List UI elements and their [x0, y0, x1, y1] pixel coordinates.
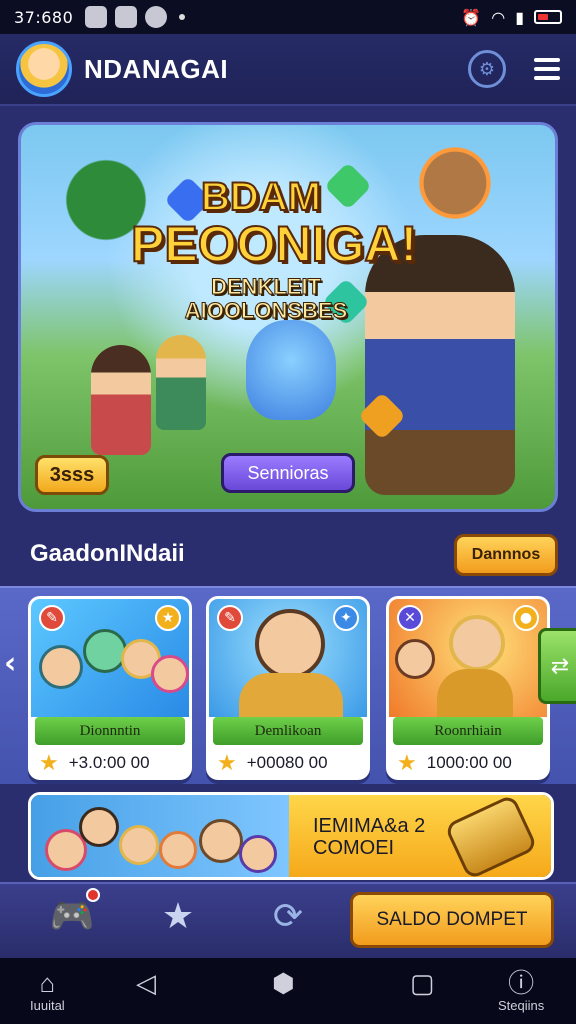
signal-icon: ▮	[515, 7, 524, 27]
saldo-dompet-button[interactable]: SALDO DOMPET	[350, 892, 554, 948]
alert-icon: ⓘ	[508, 968, 535, 998]
promo-art	[31, 795, 289, 877]
chat-icon	[145, 6, 168, 28]
hero-left-button[interactable]: 3sss	[35, 455, 109, 495]
hero-subtitle-line2: AIOOLONSBES	[184, 298, 348, 324]
hero-title-line2: PEOONIGA!	[130, 216, 418, 272]
promo-line2: COMOEI	[313, 837, 395, 859]
card-price: ★ +00080 00	[217, 749, 359, 777]
app-title: NDANAGAI	[84, 53, 229, 84]
promo-text: IEMIMA&a 2 COMOEI	[313, 815, 425, 859]
card-price-value: 1000:00 00	[426, 753, 512, 772]
settings-gear-icon[interactable]: ⚙	[468, 50, 506, 88]
menu-icon[interactable]	[534, 58, 560, 80]
home-icon: ⌂	[39, 968, 56, 998]
battery-icon	[534, 10, 562, 24]
alarm-icon: ⏰	[461, 7, 482, 27]
nav-home-label: Iuuital	[30, 998, 65, 1013]
chevron-left-icon[interactable]: ‹	[4, 646, 16, 681]
treasure-item-art	[443, 795, 539, 877]
game-card[interactable]: ✎ ★ Dionnntin ★ +3.0:00 00	[28, 596, 192, 780]
hero-banner[interactable]: BDAM PEOONIGA! DENKLEIT AIOOLONSBES 3sss…	[18, 122, 558, 512]
status-time: 37:680	[14, 7, 74, 27]
hero-title: BDAM PEOONIGA!	[130, 175, 418, 272]
nav-back[interactable]: ◁	[136, 968, 156, 998]
nav-settings-label: Steqiins	[498, 998, 545, 1013]
card-price-value: +00080 00	[246, 753, 328, 772]
status-bar: 37:680 ⏰ ◠ ▮	[0, 0, 576, 34]
coin-badge-icon: ★	[155, 605, 181, 631]
promo-line1: IEMIMA&a 2	[313, 815, 426, 837]
card-price: ★ 1000:00 00	[397, 749, 539, 777]
hero-subtitle: DENKLEIT AIOOLONSBES	[171, 274, 361, 324]
star-icon: ★	[397, 750, 417, 775]
promo-text-area: IEMIMA&a 2 COMOEI	[289, 795, 551, 877]
star-icon[interactable]: ★	[152, 890, 204, 942]
system-nav-bar: ⌂ Iuuital ◁ ⬢ ▢ ⓘ Steqiins	[0, 958, 576, 1024]
avatar[interactable]	[16, 41, 72, 97]
game-card[interactable]: ✕ ● Roonrhiain ★ 1000:00 00	[386, 596, 550, 780]
nav-home[interactable]: ⌂ Iuuital	[30, 968, 65, 1013]
app-screen: 37:680 ⏰ ◠ ▮ NDANAGAI ⚙ BDAM PEOONIGA! D…	[0, 0, 576, 1024]
star-icon: ★	[217, 750, 237, 775]
refresh-icon[interactable]: ⟳	[262, 890, 314, 942]
dot-icon	[179, 14, 186, 20]
card-label: Demlikoan	[213, 717, 363, 745]
notification-dot	[86, 888, 100, 902]
flying-creature-art	[415, 143, 495, 223]
action-badge-icon: ✎	[39, 605, 65, 631]
card-price-value: +3.0:00 00	[68, 753, 150, 772]
monster-art	[246, 320, 336, 420]
nav-recents[interactable]: ▢	[410, 968, 435, 998]
home-button-icon: ⬢	[272, 968, 295, 998]
coin-badge-icon: ✦	[333, 605, 359, 631]
game-card[interactable]: ✎ ✦ Demlikoan ★ +00080 00	[206, 596, 370, 780]
hero-character-art	[365, 235, 515, 495]
promo-banner[interactable]: IEMIMA&a 2 COMOEI	[28, 792, 554, 880]
hero-title-line1: BDAM	[200, 175, 322, 219]
star-icon: ★	[39, 750, 59, 775]
action-badge-icon: ✕	[397, 605, 423, 631]
card-label: Dionnntin	[35, 717, 185, 745]
app-icon	[115, 6, 138, 28]
section-title: GaadonINdaii	[30, 540, 185, 567]
app-header: NDANAGAI ⚙	[0, 34, 576, 106]
chevron-right-icon[interactable]: ⇄	[538, 628, 576, 704]
wifi-icon: ◠	[491, 7, 506, 27]
coin-badge-icon: ●	[513, 605, 539, 631]
card-label: Roonrhiain	[393, 717, 543, 745]
back-icon: ◁	[136, 968, 156, 998]
nav-home-button[interactable]: ⬢	[272, 968, 295, 998]
hero-subtitle-line1: DENKLEIT	[211, 274, 322, 299]
character-art	[156, 335, 206, 430]
card-price: ★ +3.0:00 00	[39, 749, 181, 777]
character-art	[91, 345, 151, 455]
section-action-button[interactable]: Dannnos	[454, 534, 558, 576]
recents-icon: ▢	[410, 968, 435, 998]
hero-center-button[interactable]: Sennioras	[221, 453, 355, 493]
action-badge-icon: ✎	[217, 605, 243, 631]
gallery-icon	[85, 6, 108, 28]
nav-settings[interactable]: ⓘ Steqiins	[498, 968, 544, 1013]
